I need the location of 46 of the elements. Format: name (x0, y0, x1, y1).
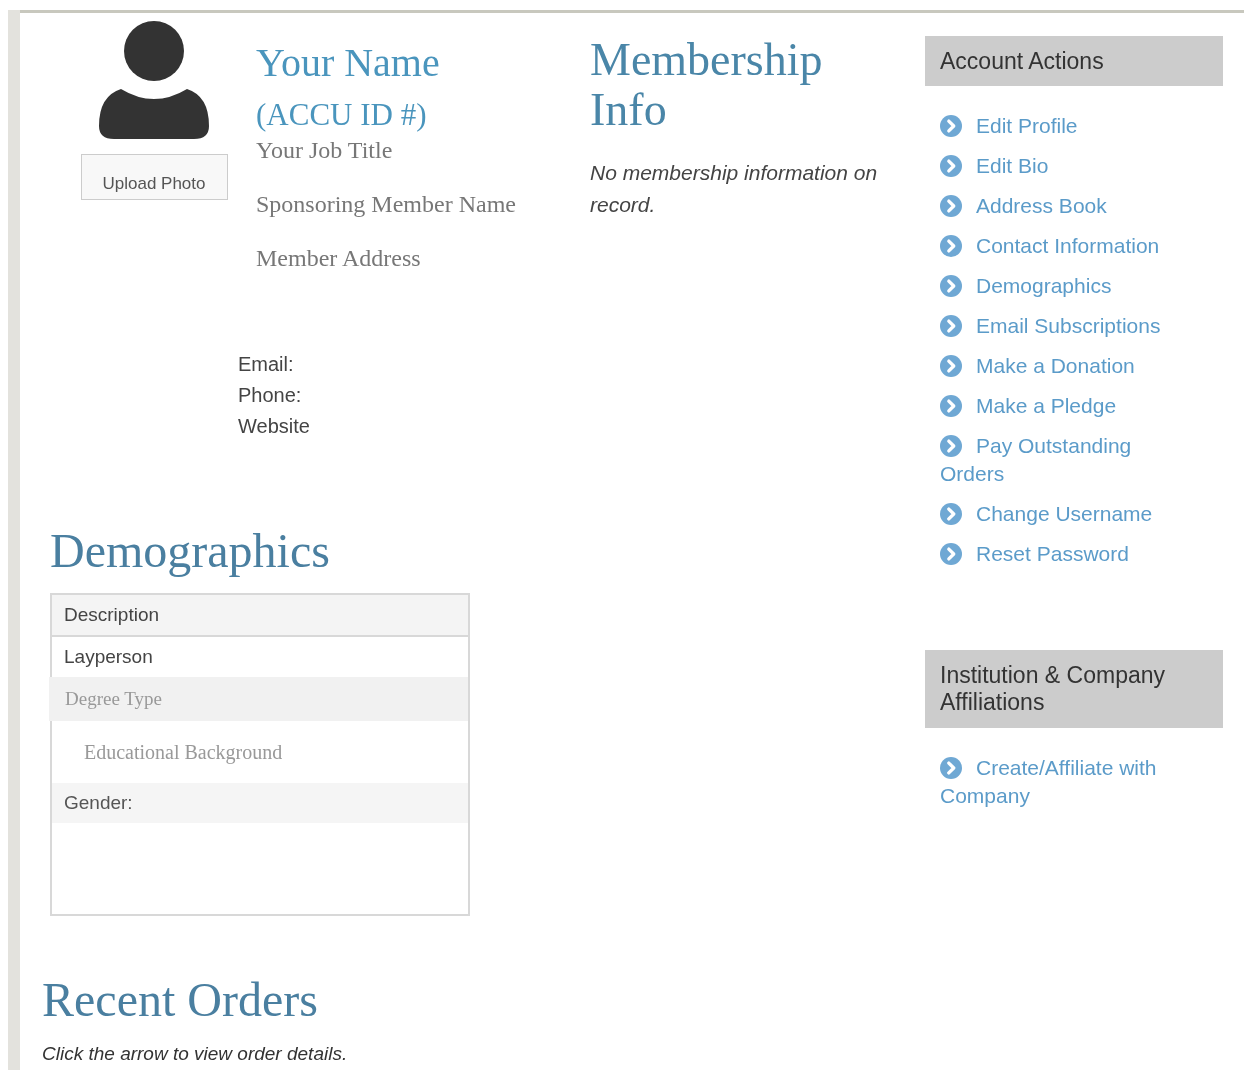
table-cell: Gender: (52, 783, 468, 823)
chevron-circle-icon (940, 315, 962, 337)
table-cell-text: Layperson (63, 644, 154, 669)
panel-header: Institution & Company Affiliations (925, 650, 1223, 728)
action-link[interactable]: Reset Password (940, 540, 1180, 568)
chevron-circle-icon (940, 235, 962, 257)
avatar-icon (99, 21, 209, 141)
profile-detail: Sponsoring Member Name (256, 190, 517, 219)
chevron-circle-icon (940, 195, 962, 217)
profile-name: Your Name (256, 39, 441, 87)
profile-detail: Your Job Title (256, 136, 394, 165)
action-link[interactable]: Contact Information (940, 232, 1180, 260)
membership-message: No membership information on record. (590, 160, 879, 218)
chevron-circle-icon (940, 115, 962, 137)
chevron-circle-icon (940, 155, 962, 177)
table-cell: Degree Type (49, 677, 468, 721)
section-heading: Recent Orders (42, 972, 319, 1028)
accu-id: (ACCU ID #) (256, 96, 428, 134)
table-cell: Description (52, 595, 468, 637)
chevron-circle-icon (940, 435, 962, 457)
profile-detail: Member Address (256, 244, 422, 273)
action-link[interactable]: Make a Pledge (940, 392, 1180, 420)
chevron-circle-icon (940, 503, 962, 525)
action-link[interactable]: Change Username (940, 500, 1180, 528)
chevron-circle-icon (940, 395, 962, 417)
contact-label: Email: (238, 352, 295, 377)
action-link[interactable]: Create/Affiliate with Company (940, 754, 1180, 810)
action-link[interactable]: Demographics (940, 272, 1180, 300)
action-link[interactable]: Edit Bio (940, 152, 1180, 180)
contact-label: Phone: (238, 383, 303, 408)
chevron-circle-icon (940, 355, 962, 377)
upload-photo-button[interactable]: Upload Photo (80, 154, 228, 200)
action-link[interactable]: Make a Donation (940, 352, 1180, 380)
action-link[interactable]: Email Subscriptions (940, 312, 1180, 340)
action-link[interactable]: Address Book (940, 192, 1180, 220)
section-heading: Demographics (50, 523, 331, 579)
panel-header: Account Actions (925, 36, 1223, 86)
action-link[interactable]: Pay Outstanding Orders (940, 432, 1180, 488)
action-link[interactable]: Edit Profile (940, 112, 1180, 140)
chevron-circle-icon (940, 543, 962, 565)
table-cell-text: Educational Background (83, 740, 284, 766)
orders-note: Click the arrow to view order details. (42, 1042, 349, 1066)
contact-label: Website (238, 414, 311, 439)
membership-title: Membership Info (590, 35, 824, 135)
chevron-circle-icon (940, 757, 962, 779)
chevron-circle-icon (940, 275, 962, 297)
